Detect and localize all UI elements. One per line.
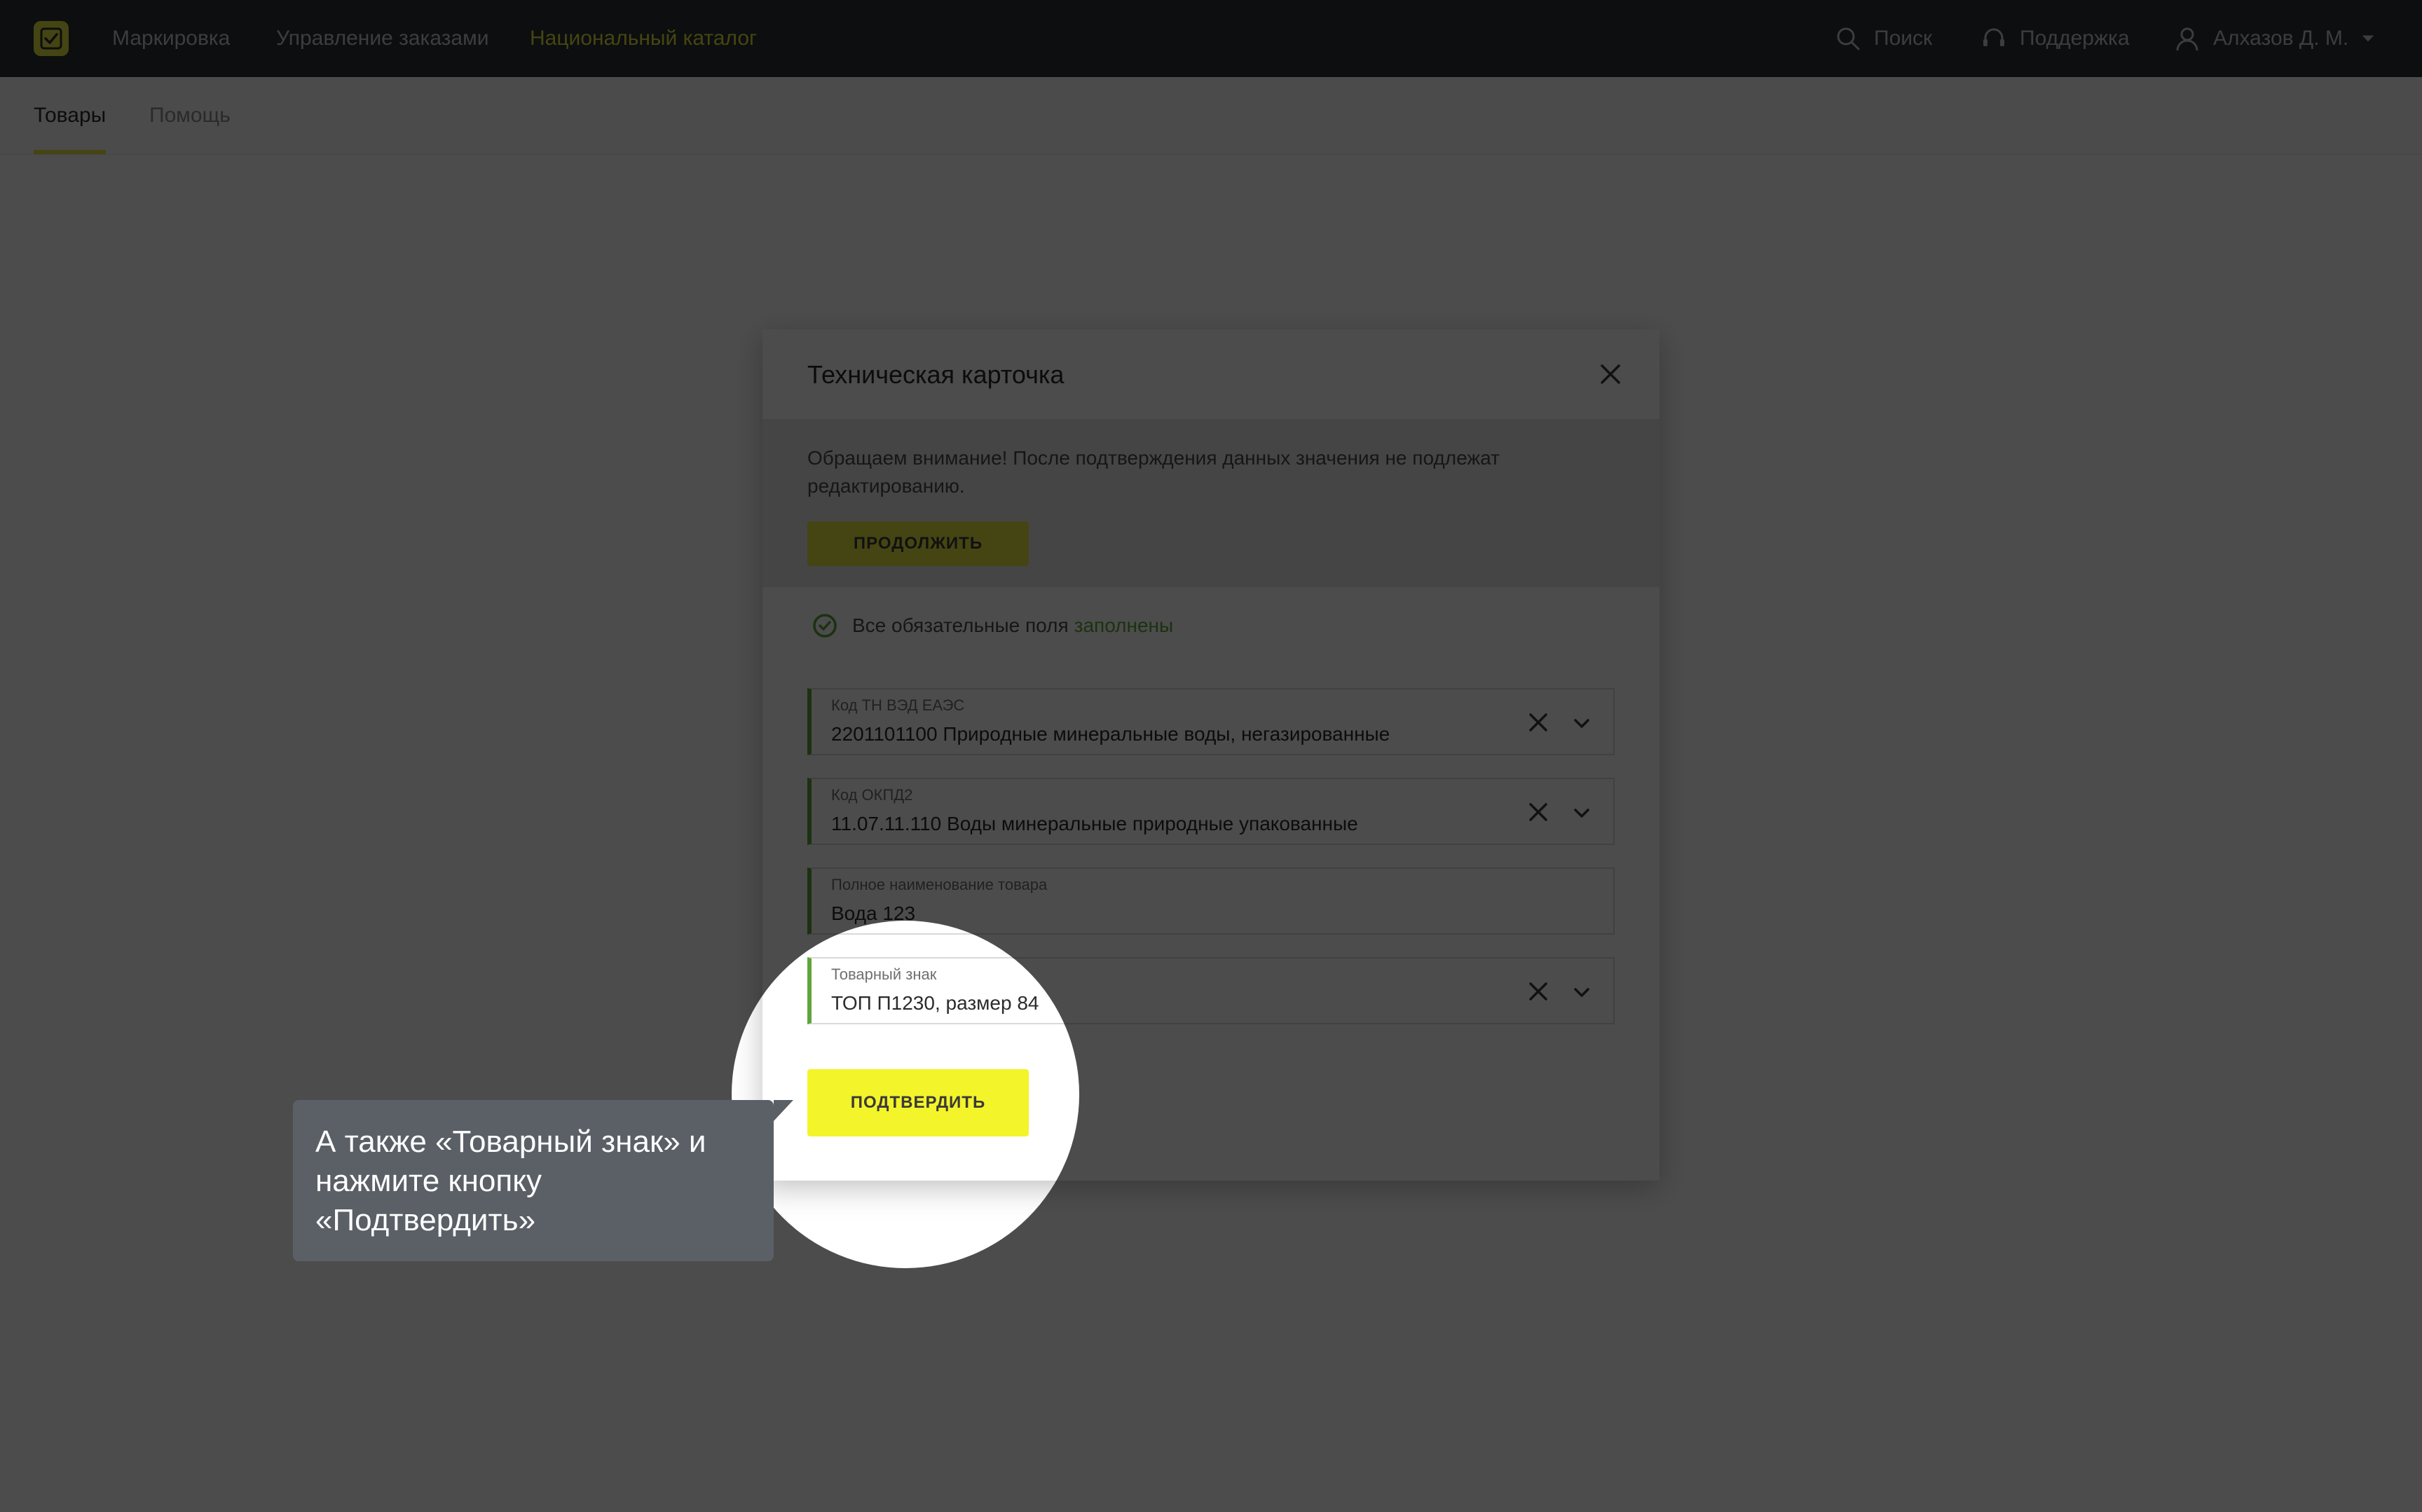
tnved-code-field[interactable]: Код ТН ВЭД ЕАЭС 2201101100 Природные мин… [807, 688, 1615, 755]
full-product-name-field[interactable]: Полное наименование товара Вода 123 [807, 867, 1615, 935]
clear-icon[interactable] [1526, 710, 1550, 734]
chevron-down-icon[interactable] [1571, 713, 1592, 734]
nav-item-national-catalog[interactable]: Национальный каталог [530, 0, 757, 77]
user-icon [2176, 27, 2198, 51]
tab-help[interactable]: Помощь [149, 77, 231, 154]
field-label: Код ТН ВЭД ЕАЭС [831, 696, 965, 714]
field-label: Полное наименование товара [831, 876, 1048, 893]
tab-goods[interactable]: Товары [34, 77, 107, 154]
sub-navigation: Товары Помощь [0, 77, 2422, 155]
top-navigation: Маркировка Управление заказами Националь… [0, 0, 2422, 77]
modal-title: Техническая карточка [807, 360, 1065, 389]
chevron-down-icon[interactable] [1571, 982, 1592, 1003]
logo-icon[interactable] [34, 21, 69, 56]
warning-panel: Обращаем внимание! После подтверждения д… [762, 419, 1660, 587]
check-circle-icon [813, 614, 837, 638]
modal-header: Техническая карточка [762, 329, 1660, 419]
tutorial-tooltip: А также «Товарный знак» и нажмите кнопку… [293, 1100, 793, 1261]
support-label: Поддержка [2020, 27, 2130, 50]
search-icon [1837, 27, 1860, 50]
support-button[interactable]: Поддержка [1980, 0, 2130, 77]
nav-item-marking[interactable]: Маркировка [112, 0, 230, 77]
field-value: 2201101100 Природные минеральные воды, н… [831, 723, 1390, 745]
headset-icon [1983, 28, 2004, 46]
status-ok-text: заполнены [1074, 614, 1174, 636]
clear-icon[interactable] [1526, 800, 1550, 824]
caret-down-icon [2362, 35, 2374, 42]
field-value: 11.07.11.110 Воды минеральные природные … [831, 813, 1358, 834]
user-name: Алхазов Д. М. [2213, 27, 2349, 50]
nav-item-orders[interactable]: Управление заказами [276, 0, 489, 77]
close-icon [1601, 364, 1620, 384]
trademark-field[interactable]: Товарный знак ТОП П1230, размер 84 [807, 957, 1615, 1024]
field-value: ТОП П1230, размер 84 [831, 992, 1039, 1014]
required-fields-status: Все обязательные поля заполнены [807, 612, 1173, 639]
field-label: Товарный знак [831, 965, 937, 983]
clear-icon[interactable] [1526, 980, 1550, 1003]
confirm-button[interactable]: ПОДТВЕРДИТЬ [807, 1069, 1029, 1136]
field-label: Код ОКПД2 [831, 786, 913, 804]
continue-button[interactable]: ПРОДОЛЖИТЬ [807, 521, 1029, 566]
technical-card-modal: Техническая карточка Обращаем внимание! … [762, 329, 1660, 1181]
close-button[interactable] [1596, 360, 1624, 388]
chevron-down-icon[interactable] [1571, 803, 1592, 824]
user-menu[interactable]: Алхазов Д. М. [2174, 0, 2376, 77]
status-text: Все обязательные поля [852, 614, 1069, 636]
warning-text: Обращаем внимание! После подтверждения д… [807, 447, 1500, 497]
search-button[interactable]: Поиск [1835, 0, 1932, 77]
search-label: Поиск [1874, 27, 1933, 50]
field-value: Вода 123 [831, 902, 916, 924]
okpd2-code-field[interactable]: Код ОКПД2 11.07.11.110 Воды минеральные … [807, 778, 1615, 845]
